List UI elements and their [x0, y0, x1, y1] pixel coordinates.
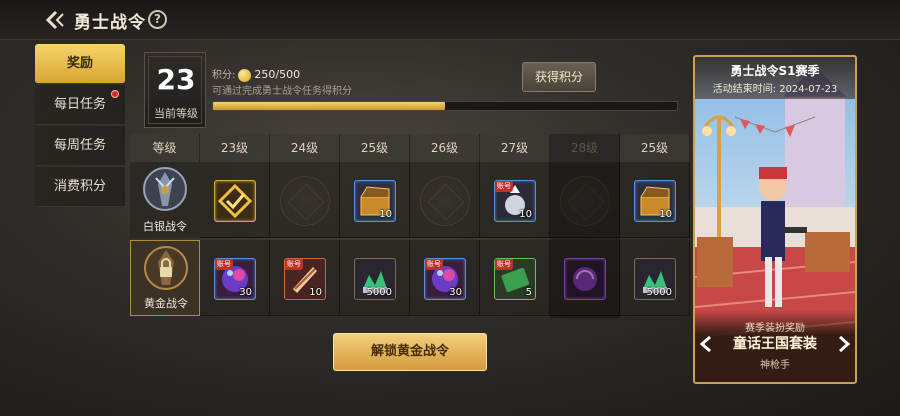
reward-item[interactable]: 账号 10 — [494, 180, 536, 222]
tab-rewards[interactable]: 奖励 — [35, 44, 125, 84]
season-class-name: 神枪手 — [760, 360, 790, 371]
gold-reward-cell: 5000 — [620, 240, 690, 316]
item-count: 5 — [525, 287, 532, 298]
account-bound-tag: 账号 — [495, 259, 513, 270]
gold-pass-label-cell: 黄金战令 — [130, 240, 200, 316]
silver-reward-cell: 10 — [620, 162, 690, 238]
points-row: 积分: 250/500 — [212, 66, 300, 82]
coin-icon — [238, 68, 252, 82]
gold-pass-label: 黄金战令 — [144, 297, 188, 310]
tab-weekly-tasks[interactable]: 每周任务 — [35, 126, 125, 166]
gold-reward-cell: 5000 — [340, 240, 410, 316]
season-end-date: 活动结束时间: 2024-07-23 — [712, 84, 838, 95]
season-title: 勇士战令S1赛季 — [730, 64, 820, 78]
item-count: 10 — [379, 209, 392, 220]
tab-label: 消费积分 — [53, 179, 106, 194]
current-level-box: 23 当前等级 — [144, 52, 206, 128]
item-count: 30 — [239, 287, 252, 298]
help-icon[interactable]: ? — [148, 10, 167, 29]
tab-label: 奖励 — [66, 56, 93, 71]
silver-reward-cell — [550, 162, 620, 238]
account-bound-tag: 账号 — [495, 181, 513, 192]
tab-spend-points[interactable]: 消费积分 — [35, 167, 125, 207]
season-reward-name: 童话王国套装 — [733, 336, 817, 352]
season-reward-card: 勇士战令S1赛季 活动结束时间: 2024-07-23 赛季装扮奖励 童话王国套… — [693, 55, 857, 384]
back-arrow-icon[interactable] — [42, 8, 66, 32]
tab-label: 每周任务 — [53, 138, 106, 153]
reward-item[interactable] — [564, 258, 606, 300]
reward-item[interactable]: 账号 30 — [214, 258, 256, 300]
reward-item[interactable]: 5000 — [354, 258, 396, 300]
item-count: 10 — [309, 287, 322, 298]
gold-reward-cell — [550, 240, 620, 316]
reward-item[interactable]: 账号 30 — [424, 258, 466, 300]
reward-grid: 等级 23级 24级 25级 26级 27级 28级 25级 白银战令 黄金战令 — [130, 134, 690, 318]
unlock-gold-pass-button[interactable]: 解锁黄金战令 — [333, 333, 487, 371]
level-number: 23 — [156, 63, 196, 96]
silver-reward-cell — [270, 162, 340, 238]
reward-item[interactable]: 账号 10 — [284, 258, 326, 300]
empty-reward-slot — [420, 176, 470, 226]
tab-daily-tasks[interactable]: 每日任务 — [35, 85, 125, 125]
column-header: 23级 — [200, 134, 270, 162]
notification-dot — [111, 90, 119, 98]
progress-fill — [213, 102, 445, 110]
silver-pass-label-cell: 白银战令 — [130, 162, 200, 238]
points-progress-bar — [212, 101, 678, 111]
silver-pass-emblem-icon — [143, 167, 187, 211]
silver-reward-cell — [410, 162, 480, 238]
reward-item[interactable]: 10 — [634, 180, 676, 222]
column-header: 25级 — [620, 134, 690, 162]
earn-points-button[interactable]: 获得积分 — [522, 62, 596, 92]
reward-item[interactable] — [214, 180, 256, 222]
season-header: 勇士战令S1赛季 活动结束时间: 2024-07-23 — [695, 57, 855, 99]
gold-reward-cell: 账号 30 — [200, 240, 270, 316]
gold-pass-emblem-icon — [144, 246, 188, 290]
page-title: 勇士战令 — [74, 13, 146, 33]
gold-emblem-icon — [217, 183, 253, 219]
season-reward-subtitle: 赛季装扮奖励 — [745, 323, 805, 334]
top-bar: 勇士战令 ? — [0, 0, 900, 40]
silver-pass-label: 白银战令 — [143, 220, 187, 233]
column-header: 27级 — [480, 134, 550, 162]
silver-reward-cell: 10 — [340, 162, 410, 238]
item-count: 5000 — [366, 287, 392, 298]
item-count: 10 — [659, 209, 672, 220]
empty-reward-slot — [560, 176, 610, 226]
reward-item[interactable]: 账号 5 — [494, 258, 536, 300]
silver-reward-cell: 账号 10 — [480, 162, 550, 238]
tab-label: 每日任务 — [53, 97, 106, 112]
item-count: 5000 — [646, 287, 672, 298]
item-count: 10 — [519, 209, 532, 220]
account-bound-tag: 账号 — [215, 259, 233, 270]
level-label: 当前等级 — [154, 107, 198, 120]
item-count: 30 — [449, 287, 462, 298]
reward-item[interactable]: 10 — [354, 180, 396, 222]
gold-reward-cell: 账号 10 — [270, 240, 340, 316]
account-bound-tag: 账号 — [285, 259, 303, 270]
gold-reward-cell: 账号 5 — [480, 240, 550, 316]
reward-tabs: 奖励 每日任务 每周任务 消费积分 — [35, 44, 125, 208]
points-value: 250/500 — [254, 68, 301, 81]
gold-reward-cell: 账号 30 — [410, 240, 480, 316]
account-bound-tag: 账号 — [425, 259, 443, 270]
reward-item[interactable]: 5000 — [634, 258, 676, 300]
column-header: 26级 — [410, 134, 480, 162]
empty-reward-slot — [280, 176, 330, 226]
silver-reward-cell — [200, 162, 270, 238]
chevron-right-icon[interactable] — [837, 335, 851, 353]
points-label: 积分: — [212, 70, 236, 81]
column-header: 28级 — [550, 134, 620, 162]
points-hint: 可通过完成勇士战令任务得积分 — [212, 86, 352, 97]
column-header: 24级 — [270, 134, 340, 162]
purple-swirl-icon — [573, 267, 597, 291]
column-header: 25级 — [340, 134, 410, 162]
grid-header-level: 等级 — [130, 134, 200, 162]
